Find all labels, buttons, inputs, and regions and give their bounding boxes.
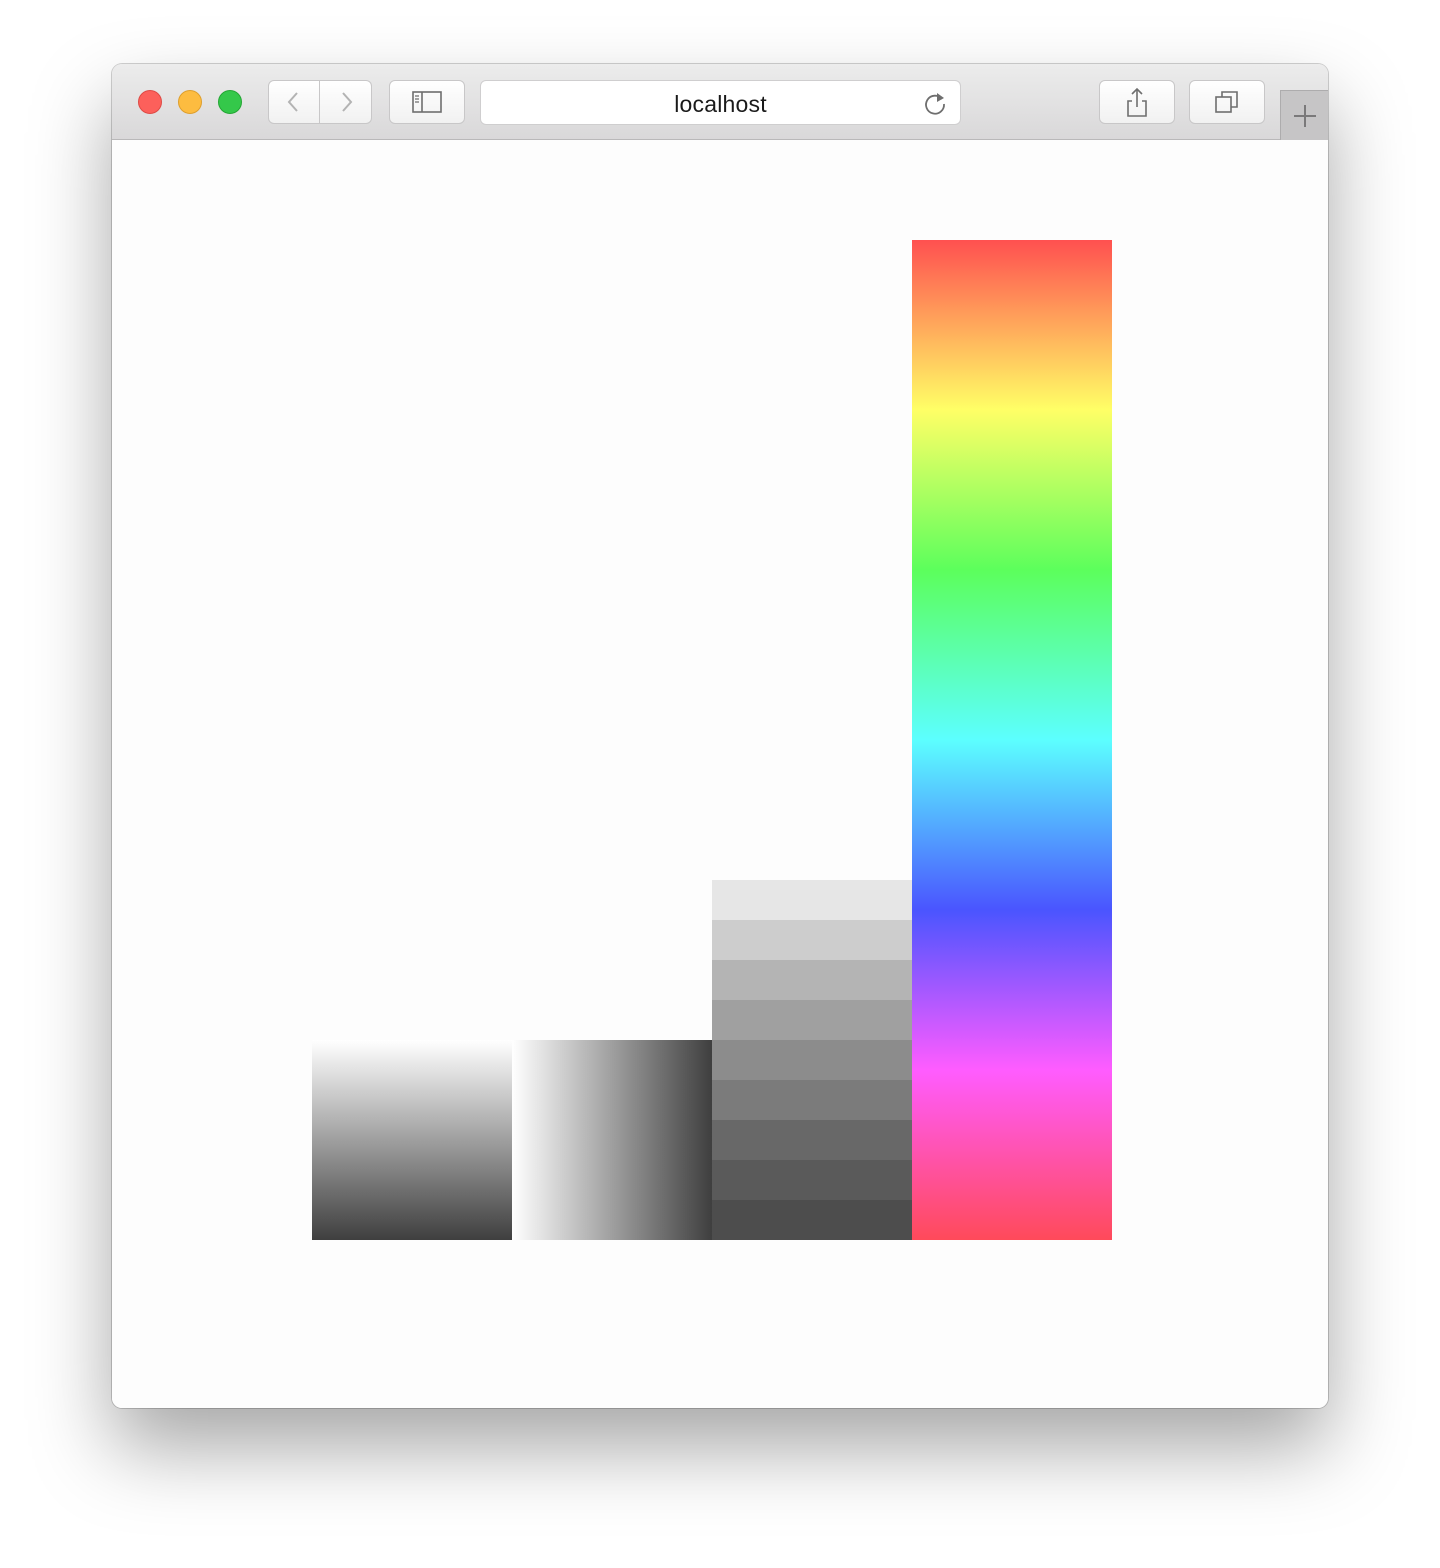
grey-band-4: [712, 1000, 912, 1040]
share-icon: [1127, 87, 1147, 117]
grey-band-3: [712, 960, 912, 1000]
browser-toolbar: localhost: [112, 64, 1328, 140]
url-text: localhost: [674, 91, 767, 117]
grey-band-1: [712, 880, 912, 920]
close-window-button[interactable]: [138, 90, 162, 114]
rainbow-gradient-bar: [912, 240, 1112, 1240]
maximize-window-button[interactable]: [218, 90, 242, 114]
share-button[interactable]: [1099, 80, 1175, 124]
grey-band-8: [712, 1160, 912, 1200]
horizontal-grey-gradient-bar: [512, 1040, 712, 1240]
grey-band-6: [712, 1080, 912, 1120]
forward-button[interactable]: [320, 80, 372, 124]
new-tab-button[interactable]: [1280, 90, 1328, 140]
stepped-grey-bands-bar: [712, 880, 912, 1240]
chevron-left-icon: [287, 92, 298, 112]
plus-icon: [1293, 104, 1316, 127]
grey-band-5: [712, 1040, 912, 1080]
browser-window: localhost: [112, 64, 1328, 1408]
grey-band-2: [712, 920, 912, 960]
vertical-grey-gradient-bar: [312, 1040, 512, 1240]
address-bar[interactable]: localhost: [480, 80, 961, 125]
show-all-tabs-button[interactable]: [1189, 80, 1265, 124]
grey-band-9: [712, 1200, 912, 1240]
tabs-overview-icon: [1215, 91, 1238, 113]
reload-icon[interactable]: [922, 90, 948, 116]
page-content: [112, 140, 1328, 1408]
sidebar-icon: [412, 91, 442, 113]
chevron-right-icon: [341, 92, 352, 112]
back-button[interactable]: [268, 80, 320, 124]
grey-band-7: [712, 1120, 912, 1160]
show-sidebar-button[interactable]: [389, 80, 465, 124]
minimize-window-button[interactable]: [178, 90, 202, 114]
